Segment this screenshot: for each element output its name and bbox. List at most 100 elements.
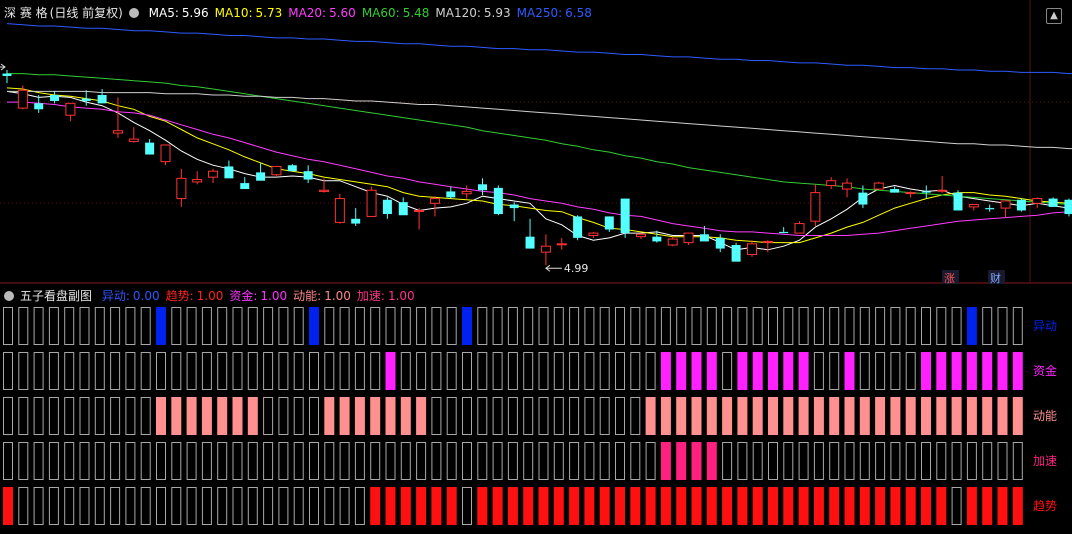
signal-cell-on <box>752 352 763 390</box>
subchart-settings-icon[interactable] <box>4 291 14 301</box>
signal-cell-off <box>64 397 75 435</box>
chart-settings-icon[interactable] <box>128 8 139 18</box>
candle-body <box>50 95 60 101</box>
candle-body <box>366 189 377 217</box>
signal-cell-off <box>615 307 625 345</box>
signal-cell-off <box>538 442 549 480</box>
signal-cell-off <box>125 442 136 480</box>
candle-body <box>746 243 757 256</box>
candle-body <box>636 233 646 238</box>
signal-cell-on <box>859 397 870 435</box>
signal-cell-on <box>859 487 870 525</box>
signal-cell-off <box>3 352 13 390</box>
signal-cell-off <box>186 307 197 345</box>
signal-cell-off <box>492 442 503 480</box>
signal-row-label: 加速 <box>1033 454 1057 468</box>
signal-cell-off <box>385 442 396 480</box>
signal-cell-off <box>140 442 151 480</box>
candle-body <box>256 172 266 181</box>
ma-legend-item-value: 5.48 <box>402 6 430 20</box>
signal-cell-off <box>79 352 90 390</box>
candle-body <box>968 204 979 208</box>
signal-cell-off <box>370 352 381 390</box>
signal-cell-on <box>921 352 931 390</box>
candle-body <box>414 209 425 212</box>
signal-cell-off <box>431 352 442 390</box>
signal-cell-off <box>875 307 886 345</box>
signal-cell-off <box>18 307 29 345</box>
signal-cell-off <box>156 442 166 480</box>
signal-cell-on <box>1012 352 1023 390</box>
signal-cell-off <box>630 442 641 480</box>
stock-name[interactable]: 深 赛 格 <box>4 6 48 20</box>
subchart-title[interactable]: 五子看盘副图 <box>20 289 92 303</box>
signal-cell-off <box>232 352 243 390</box>
signal-cell-off <box>645 442 656 480</box>
signal-cell-off <box>951 487 962 525</box>
signal-cell-on <box>813 397 824 435</box>
subchart-legend-item-value: 1.00 <box>324 289 351 303</box>
signal-cell-on <box>630 487 641 525</box>
signal-cell-off <box>768 307 778 345</box>
signal-cell-off <box>538 352 549 390</box>
signal-cell-off <box>140 352 151 390</box>
candle-body <box>65 102 76 116</box>
signal-cell-on <box>936 487 947 525</box>
signal-cell-off <box>599 442 610 480</box>
signal-cell-off <box>477 352 488 390</box>
signal-cell-off <box>324 307 335 345</box>
chart-canvas[interactable]: 6.234.99涨财异动资金动能加速趋势 <box>0 0 1072 530</box>
signal-cell-on <box>171 397 182 435</box>
signal-cell-on <box>416 397 427 435</box>
signal-cell-on <box>737 397 748 435</box>
signal-cell-off <box>48 397 59 435</box>
signal-cell-off <box>94 352 105 390</box>
signal-cell-off <box>247 487 258 525</box>
candle-body <box>461 190 472 195</box>
ma-legend-item-value: 5.60 <box>329 6 356 20</box>
signal-cell-off <box>507 442 518 480</box>
signal-cell-off <box>538 307 549 345</box>
signal-cell-on <box>783 352 794 390</box>
collapse-toggle-icon[interactable]: ▲ <box>1046 8 1062 24</box>
signal-cell-off <box>890 442 901 480</box>
signal-cell-off <box>201 487 212 525</box>
signal-cell-off <box>446 352 457 390</box>
signal-cell-on <box>1012 397 1023 435</box>
ma-legend-item-value: 5.73 <box>255 6 283 20</box>
signal-cell-off <box>691 307 702 345</box>
signal-cell-off <box>263 442 274 480</box>
signal-cell-off <box>584 352 595 390</box>
event-badge-0: 涨 <box>944 272 955 285</box>
signal-cell-on <box>645 487 656 525</box>
candle-body <box>842 182 853 190</box>
candle-body <box>176 177 187 200</box>
signal-cell-off <box>232 307 243 345</box>
signal-cell-off <box>507 397 518 435</box>
signal-cell-on <box>829 487 840 525</box>
signal-cell-on <box>660 442 671 480</box>
candle-body <box>2 73 12 76</box>
candle-body <box>699 234 709 242</box>
subchart-legend-item-label: 动能: <box>293 289 322 303</box>
signal-cell-on <box>768 487 778 525</box>
signal-cell-off <box>324 487 335 525</box>
signal-cell-off <box>79 442 90 480</box>
signal-cell-off <box>584 442 595 480</box>
signal-cell-off <box>309 442 319 480</box>
signal-cell-on <box>737 352 748 390</box>
ma-legend-item-label: MA250: <box>516 6 563 20</box>
sub-chart-header: 五子看盘副图 异动: 0.00 趋势: 1.00 资金: 1.00 动能: 1.00 加速: 1.… <box>4 287 427 305</box>
signal-cell-on <box>217 397 228 435</box>
signal-cell-off <box>783 442 794 480</box>
signal-cell-off <box>538 397 549 435</box>
signal-cell-off <box>33 397 44 435</box>
subchart-legend-item-value: 1.00 <box>196 289 224 303</box>
signal-cell-off <box>722 307 733 345</box>
candle-body <box>905 192 916 195</box>
signal-cell-off <box>64 307 75 345</box>
candle-body <box>1048 198 1058 207</box>
signal-cell-off <box>905 307 916 345</box>
signal-cell-off <box>416 442 427 480</box>
signal-cell-on <box>553 487 564 525</box>
